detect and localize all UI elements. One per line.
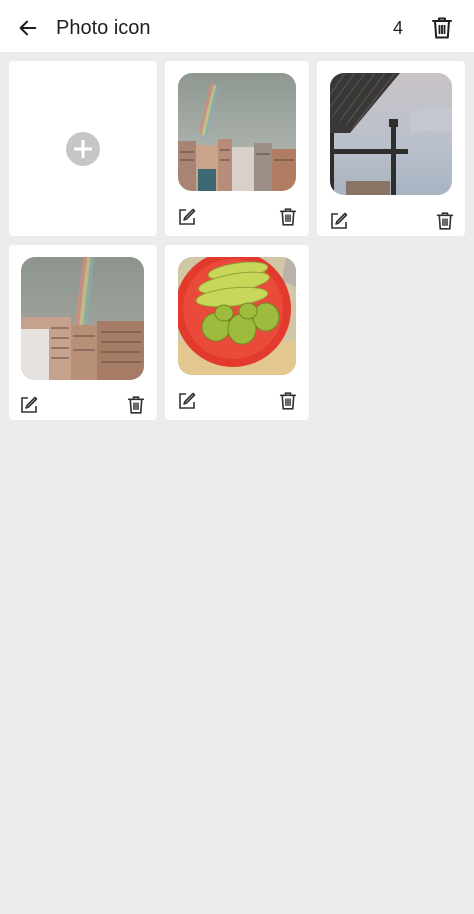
trash-icon [279, 391, 297, 411]
photo-card [317, 61, 465, 236]
edit-icon [177, 391, 197, 411]
edit-button[interactable] [176, 206, 198, 228]
delete-button[interactable] [277, 390, 299, 412]
plus-circle-icon [66, 131, 100, 166]
photo-thumbnail[interactable] [21, 257, 144, 380]
trash-icon [431, 16, 453, 40]
page-title: Photo icon [56, 17, 151, 39]
app-bar: Photo icon 4 [0, 0, 474, 52]
delete-button[interactable] [434, 210, 456, 232]
photo-count: 4 [393, 18, 404, 38]
photo-thumbnail[interactable] [330, 73, 452, 195]
delete-all-button[interactable] [428, 14, 456, 42]
add-photo-button[interactable] [9, 61, 157, 236]
photo-thumbnail[interactable] [178, 257, 296, 375]
edit-button[interactable] [18, 394, 40, 416]
photo-card [165, 61, 309, 236]
edit-icon [329, 211, 349, 231]
edit-button[interactable] [176, 390, 198, 412]
photo-thumbnail[interactable] [178, 73, 296, 191]
photo-card [165, 245, 309, 420]
edit-button[interactable] [328, 210, 350, 232]
edit-icon [19, 395, 39, 415]
trash-icon [127, 395, 145, 415]
delete-button[interactable] [277, 206, 299, 228]
photo-card [9, 245, 157, 420]
trash-icon [279, 207, 297, 227]
back-button[interactable] [14, 14, 42, 42]
trash-icon [436, 211, 454, 231]
delete-button[interactable] [125, 394, 147, 416]
arrow-left-icon [17, 17, 39, 39]
edit-icon [177, 207, 197, 227]
